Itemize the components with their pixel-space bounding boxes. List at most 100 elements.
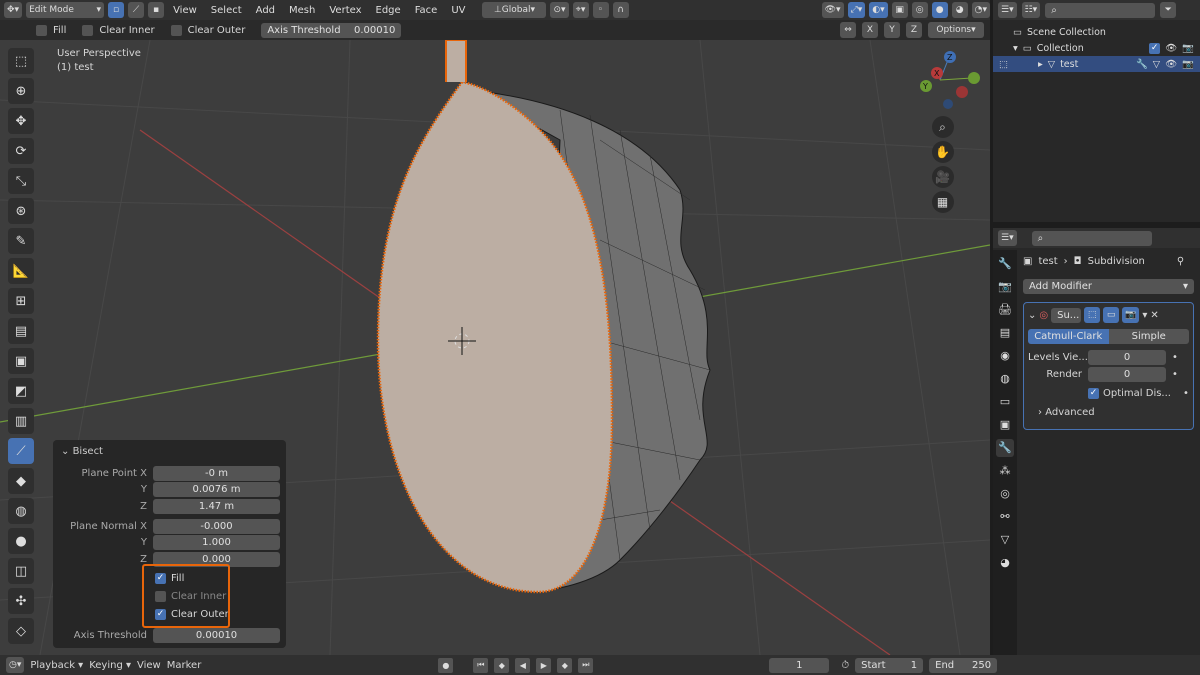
overlay-icon[interactable]: ◐▾ bbox=[869, 2, 888, 18]
play-reverse-icon[interactable]: ◀ bbox=[515, 657, 531, 673]
menu-mesh[interactable]: Mesh bbox=[284, 5, 320, 16]
eye-icon[interactable]: 👁 bbox=[1165, 59, 1177, 70]
world-tab-icon[interactable]: ◍ bbox=[996, 370, 1014, 388]
outliner-search-input[interactable]: ⌕ bbox=[1045, 2, 1156, 18]
axis-y-toggle[interactable]: Y bbox=[884, 22, 900, 38]
camera-icon[interactable]: 📷 bbox=[1182, 59, 1194, 70]
jump-start-icon[interactable]: ⏮ bbox=[473, 657, 489, 673]
bevel-tool-icon[interactable]: ◩ bbox=[8, 378, 34, 404]
options-dropdown[interactable]: Options ▾ bbox=[928, 22, 984, 38]
vertex-select-icon[interactable]: ▫ bbox=[108, 2, 125, 18]
ortho-grid-icon[interactable]: ▦ bbox=[931, 191, 954, 213]
menu-add[interactable]: Add bbox=[251, 5, 280, 16]
chevron-down-icon[interactable]: ⌄ bbox=[1028, 310, 1036, 321]
add-modifier-dropdown[interactable]: Add Modifier ▾ bbox=[1023, 279, 1194, 294]
axis-z-toggle[interactable]: Z bbox=[906, 22, 922, 38]
material-tab-icon[interactable]: ◕ bbox=[996, 554, 1014, 572]
wireframe-shading-icon[interactable]: ◎ bbox=[911, 2, 928, 18]
exclude-checkbox[interactable]: ✓ bbox=[1149, 42, 1161, 54]
rotate-tool-icon[interactable]: ⟳ bbox=[8, 138, 34, 164]
viewport-toggle-icon[interactable]: ▭ bbox=[1103, 307, 1120, 323]
object-row-test[interactable]: ⬚ ▸ ▽ test 🔧 ▽ 👁 📷 bbox=[993, 56, 1200, 72]
menu-edge[interactable]: Edge bbox=[371, 5, 406, 16]
pan-hand-icon[interactable]: ✋ bbox=[931, 141, 954, 163]
play-icon[interactable]: ▶ bbox=[536, 657, 552, 673]
cursor-tool-icon[interactable]: ⊕ bbox=[8, 78, 34, 104]
timeline-view-menu[interactable]: View bbox=[137, 660, 161, 671]
shrink-fatten-tool-icon[interactable]: ✣ bbox=[8, 588, 34, 614]
jump-end-icon[interactable]: ⏭ bbox=[578, 657, 594, 673]
collection-row[interactable]: ▾ ▭ Collection ✓ 👁 📷 bbox=[993, 40, 1200, 56]
edge-slide-tool-icon[interactable]: ◫ bbox=[8, 558, 34, 584]
move-tool-icon[interactable]: ✥ bbox=[8, 108, 34, 134]
axis-threshold-field[interactable]: Axis Threshold 0.00010 bbox=[261, 22, 402, 38]
particles-tab-icon[interactable]: ⁂ bbox=[996, 462, 1014, 480]
timeline-editor-icon[interactable]: ◷▾ bbox=[6, 657, 25, 673]
end-frame-field[interactable]: End 250 bbox=[929, 657, 998, 673]
catmull-clark-button[interactable]: Catmull-Clark bbox=[1028, 329, 1109, 344]
snap-icon[interactable]: ⌖▾ bbox=[572, 2, 589, 18]
modifier-name-field[interactable]: Su... bbox=[1051, 307, 1082, 323]
knife-bisect-tool-icon[interactable]: ⟋ bbox=[8, 438, 34, 464]
measure-tool-icon[interactable]: 📐 bbox=[8, 258, 34, 284]
data-tab-icon[interactable]: ▽ bbox=[996, 531, 1014, 549]
display-mode-icon[interactable]: ☷▾ bbox=[1021, 2, 1041, 18]
camera-view-icon[interactable]: 🎥 bbox=[931, 166, 954, 188]
render-levels-field[interactable]: 0 bbox=[1088, 367, 1166, 382]
marker-menu[interactable]: Marker bbox=[167, 660, 202, 671]
plane-point-x-field[interactable]: -0 m bbox=[153, 465, 280, 481]
proportional-edit-icon[interactable]: ◦ bbox=[592, 2, 609, 18]
playback-menu[interactable]: Playback ▾ bbox=[30, 660, 83, 671]
inset-tool-icon[interactable]: ▣ bbox=[8, 348, 34, 374]
bisect-panel-title[interactable]: ⌄ Bisect bbox=[61, 446, 282, 457]
shear-tool-icon[interactable]: ◇ bbox=[8, 618, 34, 644]
scene-tab-icon[interactable]: ◉ bbox=[996, 347, 1014, 365]
mode-dropdown[interactable]: Edit Mode ▾ bbox=[26, 2, 105, 18]
view-layer-tab-icon[interactable]: ▤ bbox=[996, 324, 1014, 342]
pivot-icon[interactable]: ⊙▾ bbox=[550, 2, 569, 18]
edit-mode-toggle-icon[interactable]: ⬚ bbox=[1084, 307, 1101, 323]
optimal-display-checkbox[interactable]: ✓ bbox=[1088, 388, 1099, 399]
menu-select[interactable]: Select bbox=[206, 5, 247, 16]
face-select-icon[interactable]: ▪ bbox=[148, 2, 165, 18]
stopwatch-icon[interactable]: ⏱ bbox=[841, 660, 849, 671]
edge-select-icon[interactable]: ⟋ bbox=[128, 2, 145, 18]
menu-face[interactable]: Face bbox=[410, 5, 443, 16]
modifier-tab-icon[interactable]: 🔧 bbox=[996, 439, 1014, 457]
menu-uv[interactable]: UV bbox=[446, 5, 470, 16]
plane-normal-x-field[interactable]: -0.000 bbox=[153, 518, 280, 534]
close-icon[interactable]: ✕ bbox=[1150, 310, 1158, 321]
outliner-editor-icon[interactable]: ☰▾ bbox=[998, 2, 1017, 18]
scale-tool-icon[interactable]: ⤡ bbox=[8, 168, 34, 194]
transform-orientation-dropdown[interactable]: ⊥ Global ▾ bbox=[482, 2, 547, 18]
keying-menu[interactable]: Keying ▾ bbox=[89, 660, 131, 671]
eye-icon[interactable]: 👁 bbox=[1165, 43, 1177, 54]
chevron-down-icon[interactable]: ▾ bbox=[1142, 310, 1147, 321]
render-toggle-icon[interactable]: 📷 bbox=[1122, 307, 1140, 323]
properties-search-input[interactable]: ⌕ bbox=[1031, 230, 1152, 246]
solid-shading-icon[interactable]: ● bbox=[931, 2, 948, 18]
levels-viewport-field[interactable]: 0 bbox=[1088, 350, 1166, 365]
scene-collection-row[interactable]: ▭ Scene Collection bbox=[993, 24, 1200, 40]
menu-vertex[interactable]: Vertex bbox=[324, 5, 366, 16]
spin-tool-icon[interactable]: ◍ bbox=[8, 498, 34, 524]
smooth-tool-icon[interactable]: ● bbox=[8, 528, 34, 554]
transform-tool-icon[interactable]: ⊛ bbox=[8, 198, 34, 224]
extrude-tool-icon[interactable]: ▤ bbox=[8, 318, 34, 344]
annotate-tool-icon[interactable]: ✎ bbox=[8, 228, 34, 254]
start-frame-field[interactable]: Start 1 bbox=[855, 657, 924, 673]
camera-icon[interactable]: 📷 bbox=[1182, 43, 1194, 54]
pin-icon[interactable]: ⚲ bbox=[1177, 256, 1184, 267]
falloff-icon[interactable]: ∩ bbox=[612, 2, 629, 18]
mirror-icon[interactable]: ⇔ bbox=[840, 22, 856, 38]
fill-checkbox[interactable] bbox=[36, 24, 47, 36]
plane-normal-y-field[interactable]: 1.000 bbox=[153, 535, 280, 550]
physics-tab-icon[interactable]: ◎ bbox=[996, 485, 1014, 503]
filter-icon[interactable]: ⏷ bbox=[1160, 2, 1177, 18]
axis-gizmo[interactable]: Z X Y bbox=[900, 40, 985, 110]
simple-button[interactable]: Simple bbox=[1108, 329, 1189, 344]
prev-keyframe-icon[interactable]: ◆ bbox=[494, 657, 510, 673]
poly-build-tool-icon[interactable]: ◆ bbox=[8, 468, 34, 494]
current-frame-field[interactable]: 1 bbox=[769, 657, 830, 673]
axis-x-toggle[interactable]: X bbox=[862, 22, 878, 38]
